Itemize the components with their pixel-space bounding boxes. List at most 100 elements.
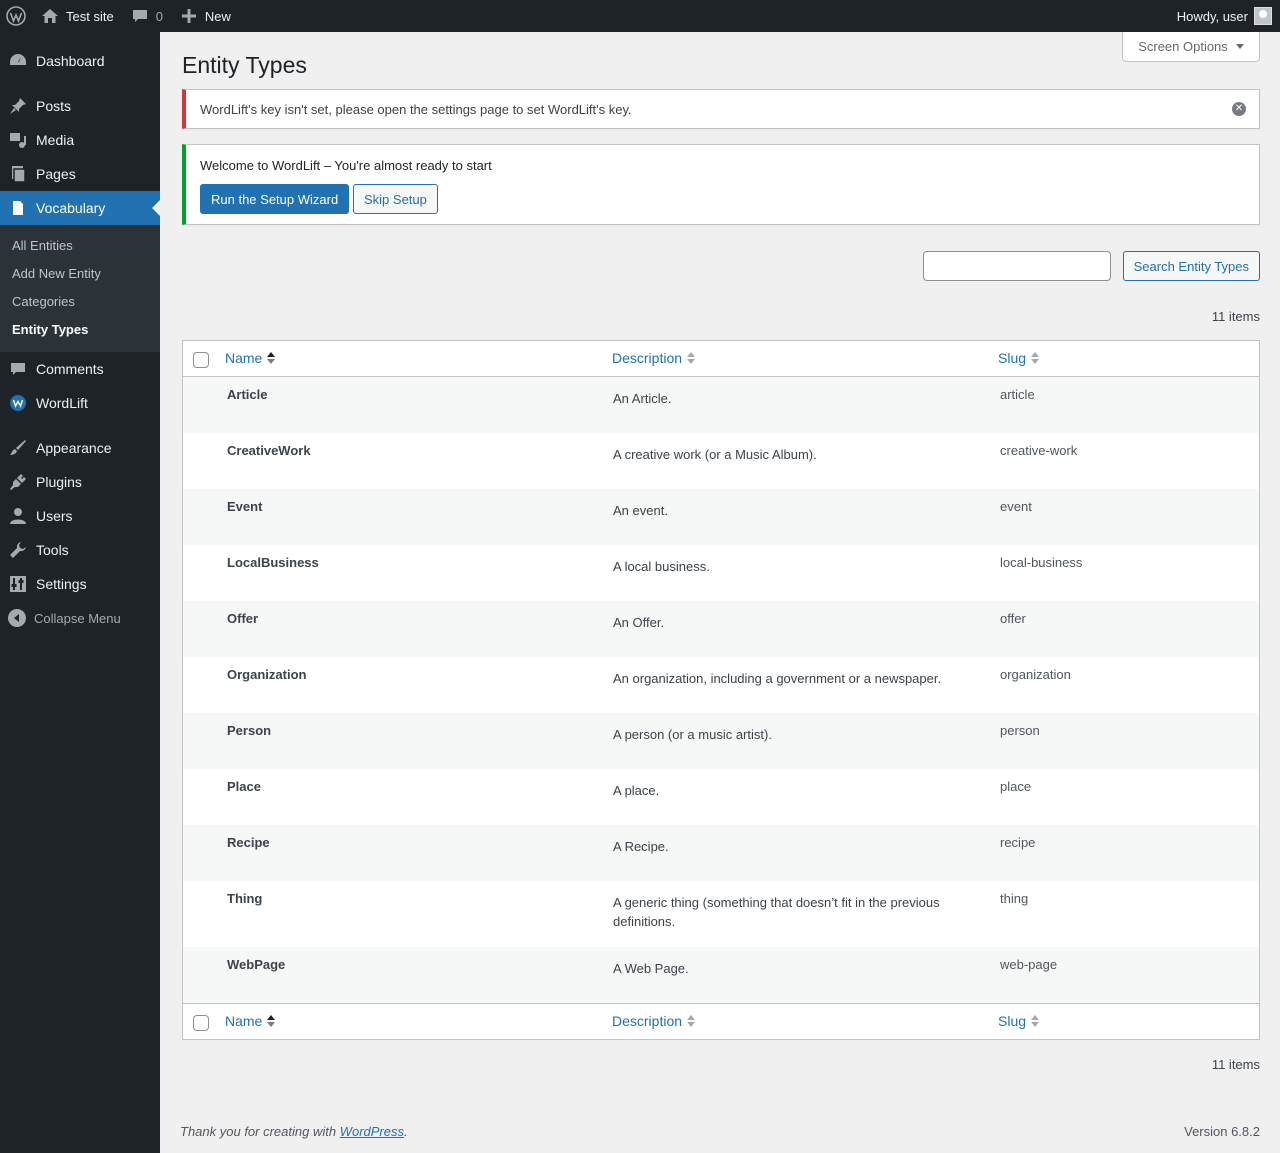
sort-icon	[687, 1015, 696, 1027]
table-row: Event An event. event	[183, 489, 1259, 545]
entity-slug: article	[1000, 387, 1035, 402]
sidebar-item-label: Pages	[36, 166, 76, 182]
entity-name-link[interactable]: Article	[227, 387, 267, 402]
collapse-menu-label: Collapse Menu	[34, 610, 121, 626]
entity-name-link[interactable]: Person	[227, 723, 271, 738]
table-body: Article An Article. article CreativeWork…	[183, 377, 1259, 1003]
user-icon	[8, 506, 28, 526]
entity-name-link[interactable]: Organization	[227, 667, 306, 682]
column-slug-header[interactable]: Slug	[998, 350, 1040, 366]
submenu-add-new-entity[interactable]: Add New Entity	[0, 260, 160, 288]
sliders-icon	[8, 574, 28, 594]
entity-name-link[interactable]: Recipe	[227, 835, 270, 850]
entity-description: A local business.	[613, 559, 710, 574]
table-header: Name Description Slug	[183, 341, 1259, 377]
collapse-icon	[8, 609, 26, 627]
sidebar-item-users[interactable]: Users	[0, 499, 160, 533]
entity-name-link[interactable]: CreativeWork	[227, 443, 311, 458]
wordpress-link[interactable]: WordPress	[340, 1124, 404, 1139]
wordlift-icon	[8, 393, 28, 413]
submenu-all-entities[interactable]: All Entities	[0, 232, 160, 260]
items-count-top: 11 items	[1211, 309, 1260, 324]
sidebar-item-settings[interactable]: Settings	[0, 567, 160, 601]
admin-bar: Test site 0 New Howdy, user	[0, 0, 1280, 32]
sidebar-item-label: Users	[36, 508, 73, 524]
column-label: Slug	[998, 1013, 1027, 1029]
entity-name-link[interactable]: WebPage	[227, 957, 285, 972]
entity-description: A Web Page.	[613, 961, 689, 976]
entity-slug: recipe	[1000, 835, 1036, 850]
search-entity-types-button[interactable]: Search Entity Types	[1122, 251, 1260, 281]
sidebar-item-vocabulary[interactable]: Vocabulary	[0, 191, 160, 225]
home-icon	[40, 6, 60, 26]
sidebar-item-appearance[interactable]: Appearance	[0, 431, 160, 465]
table-row: Thing A generic thing (something that do…	[183, 881, 1259, 947]
collapse-menu-button[interactable]: Collapse Menu	[0, 601, 160, 635]
column-slug-footer[interactable]: Slug	[998, 1013, 1040, 1029]
entity-description: A creative work (or a Music Album).	[613, 447, 817, 462]
column-name-footer[interactable]: Name	[225, 1013, 276, 1029]
skip-setup-button[interactable]: Skip Setup	[353, 184, 438, 214]
table-row: Organization An organization, including …	[183, 657, 1259, 713]
vocabulary-submenu: All Entities Add New Entity Categories E…	[0, 225, 160, 352]
comment-icon	[8, 359, 28, 379]
entity-name-link[interactable]: Event	[227, 499, 262, 514]
sidebar-item-posts[interactable]: Posts	[0, 89, 160, 123]
column-label: Name	[225, 1013, 263, 1029]
column-label: Name	[225, 350, 263, 366]
entity-types-table: Name Description Slug Article An Article…	[182, 340, 1260, 1040]
entity-description: An event.	[613, 503, 668, 518]
welcome-notice-text: Welcome to WordLift – You're almost read…	[200, 158, 492, 173]
wordpress-logo-button[interactable]	[0, 0, 32, 32]
caret-down-icon	[1235, 44, 1244, 49]
screen-options-button[interactable]: Screen Options	[1122, 32, 1260, 62]
sidebar-item-label: Appearance	[36, 440, 112, 456]
table-row: LocalBusiness A local business. local-bu…	[183, 545, 1259, 601]
sidebar-item-label: Tools	[36, 542, 69, 558]
my-account-link[interactable]: Howdy, user	[1169, 0, 1280, 32]
entity-name-link[interactable]: Offer	[227, 611, 258, 626]
sort-ascending-icon	[267, 1015, 276, 1027]
sidebar-item-wordlift[interactable]: WordLift	[0, 386, 160, 420]
table-row: WebPage A Web Page. web-page	[183, 947, 1259, 1003]
entity-description: A person (or a music artist).	[613, 727, 772, 742]
column-description-header[interactable]: Description	[612, 350, 696, 366]
run-setup-wizard-button[interactable]: Run the Setup Wizard	[200, 184, 350, 214]
entity-description: A place.	[613, 783, 660, 798]
submenu-categories[interactable]: Categories	[0, 288, 160, 316]
table-row: Recipe A Recipe. recipe	[183, 825, 1259, 881]
sidebar-item-label: Settings	[36, 576, 87, 592]
comment-icon	[130, 6, 150, 26]
sidebar-item-comments[interactable]: Comments	[0, 352, 160, 386]
comments-link[interactable]: 0	[122, 0, 171, 32]
error-notice-text: WordLift's key isn't set, please open th…	[200, 102, 632, 117]
select-all-checkbox-bottom[interactable]	[193, 1015, 209, 1031]
entity-name-link[interactable]: Thing	[227, 891, 262, 906]
error-notice: WordLift's key isn't set, please open th…	[182, 89, 1260, 129]
sidebar-item-plugins[interactable]: Plugins	[0, 465, 160, 499]
sidebar-item-label: Vocabulary	[36, 200, 106, 216]
column-description-footer[interactable]: Description	[612, 1013, 696, 1029]
entity-slug: local-business	[1000, 555, 1083, 570]
entity-description: A Recipe.	[613, 839, 669, 854]
sidebar-item-dashboard[interactable]: Dashboard	[0, 44, 160, 78]
site-name-link[interactable]: Test site	[32, 0, 122, 32]
submenu-entity-types[interactable]: Entity Types	[0, 316, 160, 344]
sidebar-item-media[interactable]: Media	[0, 123, 160, 157]
sidebar-item-tools[interactable]: Tools	[0, 533, 160, 567]
avatar	[1254, 7, 1272, 25]
howdy-label: Howdy, user	[1176, 8, 1248, 24]
footer-version: Version 6.8.2	[1184, 1124, 1260, 1139]
entity-name-link[interactable]: LocalBusiness	[227, 555, 319, 570]
dismiss-icon[interactable]: ✕	[1232, 102, 1246, 116]
sidebar-item-label: Posts	[36, 98, 72, 114]
column-label: Description	[612, 1013, 683, 1029]
sort-ascending-icon	[267, 352, 276, 364]
entity-name-link[interactable]: Place	[227, 779, 261, 794]
sidebar-item-pages[interactable]: Pages	[0, 157, 160, 191]
search-input[interactable]	[923, 251, 1111, 281]
column-name-header[interactable]: Name	[225, 350, 276, 366]
new-content-link[interactable]: New	[171, 0, 239, 32]
sort-icon	[687, 352, 696, 364]
select-all-checkbox[interactable]	[193, 352, 209, 368]
